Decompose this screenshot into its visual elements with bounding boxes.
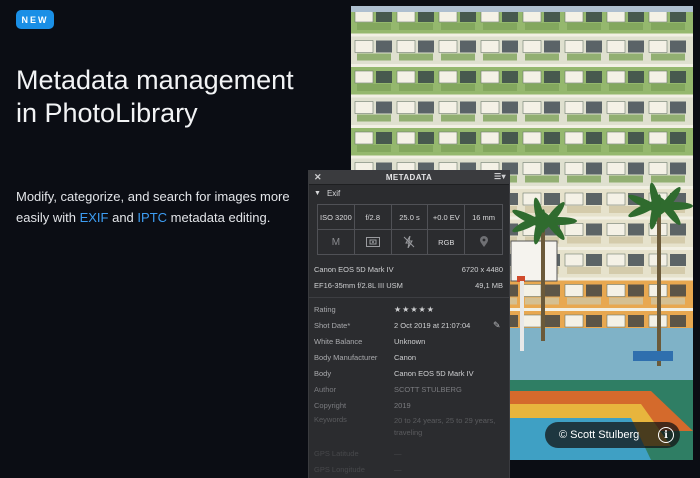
row-key: Body Manufacturer xyxy=(314,352,378,362)
new-badge: NEW xyxy=(16,10,54,29)
divider xyxy=(309,297,509,298)
row-key: Author xyxy=(314,384,337,394)
metadata-row[interactable]: GPS Longitude — xyxy=(309,461,509,477)
section-label: Exif xyxy=(326,188,341,198)
flash-off-icon xyxy=(392,230,429,254)
metadata-row[interactable]: Author SCOTT STULBERG xyxy=(309,381,509,397)
location-icon xyxy=(465,230,502,254)
rating-stars[interactable]: ★★★★★ xyxy=(394,305,509,314)
iso-value: ISO 3200 xyxy=(318,205,355,230)
row-value[interactable]: 2019 xyxy=(394,401,509,410)
image-resolution: 6720 x 4480 xyxy=(461,264,503,274)
exif-link[interactable]: EXIF xyxy=(80,210,109,225)
metadata-row[interactable]: Rating ★★★★★ xyxy=(309,301,509,317)
row-value[interactable]: — xyxy=(394,449,509,458)
photo-credit: © Scott Stulberg i xyxy=(545,422,680,448)
chevron-down-icon: ▼ xyxy=(314,189,321,197)
row-key: White Balance xyxy=(314,336,363,346)
metadata-row[interactable]: Keywords 20 to 24 years, 25 to 29 years,… xyxy=(309,413,509,445)
shutter-value: 25.0 s xyxy=(391,205,429,230)
row-value[interactable]: Canon EOS 5D Mark IV xyxy=(394,369,509,378)
aperture-value: f/2.8 xyxy=(354,205,392,230)
panel-title: METADATA xyxy=(385,173,433,182)
description-text: and xyxy=(108,210,138,225)
keywords-value[interactable]: 20 to 24 years, 25 to 29 years, travelin… xyxy=(394,415,509,439)
metering-icon xyxy=(355,230,392,254)
panel-menu-icon[interactable]: ☰▾ xyxy=(494,172,506,181)
edit-pencil-icon[interactable]: ✎ xyxy=(493,320,509,331)
row-value[interactable]: Unknown xyxy=(394,337,509,346)
row-value[interactable]: — xyxy=(394,465,509,474)
iptc-link[interactable]: IPTC xyxy=(137,210,167,225)
metadata-row[interactable]: White Balance Unknown xyxy=(309,333,509,349)
page-title: Metadata management in PhotoLibrary xyxy=(16,65,294,128)
row-key: Keywords xyxy=(314,415,347,424)
row-value[interactable]: SCOTT STULBERG xyxy=(394,385,509,394)
photo-credit-text: © Scott Stulberg xyxy=(559,429,640,441)
exif-grid: ISO 3200 f/2.8 25.0 s +0.0 EV 16 mm M RG… xyxy=(317,204,503,255)
row-key: GPS Latitude xyxy=(314,448,359,458)
row-value[interactable]: 2 Oct 2019 at 21:07:04 xyxy=(394,321,493,330)
metadata-row[interactable]: Body Canon EOS 5D Mark IV xyxy=(309,365,509,381)
file-size: 49,1 MB xyxy=(475,280,503,290)
exposure-mode: M xyxy=(318,230,355,254)
camera-line: Canon EOS 5D Mark IV 6720 x 4480 xyxy=(309,261,509,277)
metadata-row[interactable]: Shot Date* 2 Oct 2019 at 21:07:04 ✎ xyxy=(309,317,509,333)
row-key: Shot Date* xyxy=(314,320,351,330)
camera-model: Canon EOS 5D Mark IV xyxy=(314,264,394,274)
description-text: metadata editing. xyxy=(167,210,271,225)
description: Modify, categorize, and search for image… xyxy=(16,186,306,228)
lens-model: EF16-35mm f/2.8L III USM xyxy=(314,280,403,290)
color-space: RGB xyxy=(428,230,466,254)
metadata-row[interactable]: Body Manufacturer Canon xyxy=(309,349,509,365)
lens-line: EF16-35mm f/2.8L III USM 49,1 MB xyxy=(309,277,509,293)
focal-length-value: 16 mm xyxy=(465,205,502,230)
row-key: Copyright xyxy=(314,400,347,410)
row-key: Body xyxy=(314,368,332,378)
exposure-comp-value: +0.0 EV xyxy=(428,205,466,230)
row-key: GPS Longitude xyxy=(314,464,365,474)
metadata-row[interactable]: Copyright 2019 xyxy=(309,397,509,413)
row-value[interactable]: Canon xyxy=(394,353,509,362)
panel-header: ✕ METADATA ☰▾ xyxy=(309,171,509,185)
exif-section-toggle[interactable]: ▼ Exif xyxy=(309,185,509,201)
row-key: Rating xyxy=(314,304,336,314)
close-icon[interactable]: ✕ xyxy=(314,172,322,183)
metadata-panel: ✕ METADATA ☰▾ ▼ Exif ISO 3200 f/2.8 25.0… xyxy=(308,170,510,478)
info-icon[interactable]: i xyxy=(658,427,674,443)
metadata-row[interactable]: GPS Latitude — xyxy=(309,445,509,461)
